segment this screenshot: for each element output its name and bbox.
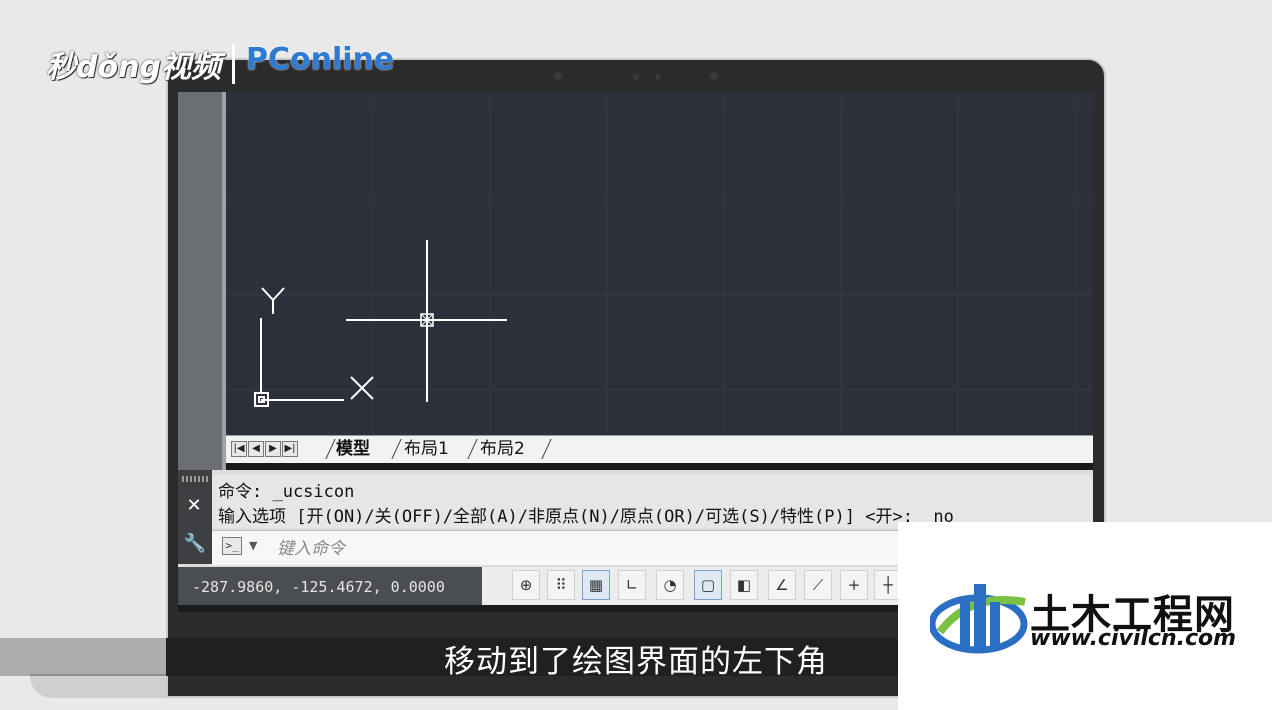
tab-divider (325, 439, 336, 459)
dynamic-ucs-icon[interactable]: ⟋ (804, 570, 832, 600)
snap-mode-icon[interactable]: ⠿ (547, 570, 575, 600)
ucs-icon (254, 287, 374, 407)
first-tab-button[interactable]: |◀ (231, 441, 247, 457)
3d-osnap-icon[interactable]: ◧ (730, 570, 758, 600)
next-tab-button[interactable]: ▶ (265, 441, 281, 457)
last-tab-button[interactable]: ▶| (282, 441, 298, 457)
bezel-sensor (633, 74, 639, 80)
crosshair-cursor (346, 240, 507, 402)
previous-tab-button[interactable]: ◀ (248, 441, 264, 457)
tab-layout1[interactable]: 布局1 (404, 438, 449, 460)
bezel-sensor (655, 74, 661, 80)
brand-watermark: 秒dǒng视频 (46, 50, 221, 85)
watermark-divider (232, 44, 235, 84)
osnap-icon[interactable]: ▢ (694, 570, 722, 600)
tab-model[interactable]: 模型 (336, 438, 370, 460)
drag-grip-icon[interactable] (182, 476, 208, 482)
command-history-line: 输入选项 [开(ON)/关(OFF)/全部(A)/非原点(N)/原点(OR)/可… (218, 507, 954, 527)
pconline-watermark: PConline (246, 42, 395, 77)
civilcn-logo-icon (930, 584, 1028, 654)
grid-lines (226, 92, 1093, 435)
ortho-mode-icon[interactable]: ∟ (618, 570, 646, 600)
command-history-line: 命令: _ucsicon (218, 482, 355, 502)
grid-display-icon[interactable]: ▦ (582, 570, 610, 600)
dynamic-input-icon[interactable]: + (840, 570, 868, 600)
drawing-canvas[interactable]: Y X (226, 92, 1093, 435)
logo-url: www.civilcn.com (1030, 626, 1237, 651)
infer-constraints-icon[interactable]: ⊕ (512, 570, 540, 600)
polar-tracking-icon[interactable]: ◔ (656, 570, 684, 600)
canvas-graphics (226, 92, 1093, 435)
close-icon[interactable]: ✕ (184, 496, 204, 516)
object-snap-tracking-icon[interactable]: ∠ (768, 570, 796, 600)
chevron-down-icon[interactable]: ▼ (249, 539, 257, 552)
command-prompt-icon[interactable]: >_ (222, 537, 242, 555)
webcam (710, 72, 718, 80)
wrench-icon[interactable]: 🔧 (183, 533, 207, 557)
cursor-coordinates[interactable]: -287.9860, -125.4672, 0.0000 (192, 578, 445, 596)
layout-tab-bar: |◀ ◀ ▶ ▶| 模型 布局1 布局2 (226, 435, 1093, 463)
tab-layout2[interactable]: 布局2 (480, 438, 525, 460)
tab-divider (391, 439, 402, 459)
left-panel-rail (178, 92, 226, 470)
tab-divider (467, 439, 478, 459)
tab-divider (541, 439, 552, 459)
bezel-sensor (554, 72, 562, 80)
command-input-placeholder: 键入命令 (277, 539, 345, 559)
